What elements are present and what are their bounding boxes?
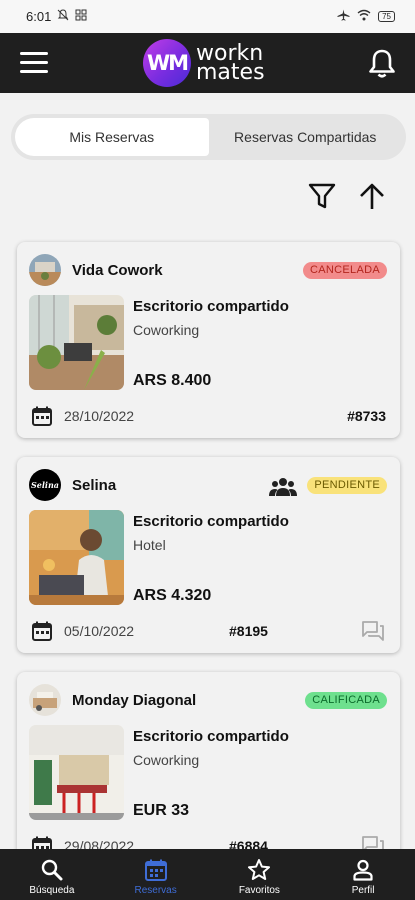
place-avatar [29,254,61,286]
tab-reservas-compartidas[interactable]: Reservas Compartidas [209,118,403,156]
app-logo: WM workn mates [143,39,265,87]
price: EUR 33 [133,802,190,819]
status-badge: PENDIENTE [307,477,387,494]
calendar-icon [144,858,168,882]
menu-icon[interactable] [20,52,48,74]
filter-icon[interactable] [306,180,338,212]
price: ARS 4.320 [133,587,212,604]
logo-text: workn mates [196,43,265,85]
nav-reservas[interactable]: Reservas [104,849,208,900]
person-icon [351,858,375,882]
reservation-number: #8733 [347,408,386,424]
place-name: Monday Diagonal [72,691,197,709]
space-type: Coworking [133,322,200,338]
reservation-title: Escritorio compartido [133,513,289,530]
reservation-card[interactable]: Selina Selina PENDIENTE Escritorio compa… [17,457,400,653]
reservation-date: 05/10/2022 [64,623,135,639]
apps-grid-icon [75,9,87,24]
reservation-title: Escritorio compartido [133,298,289,315]
tab-mis-reservas[interactable]: Mis Reservas [15,118,209,156]
avatar-logo-text: Selina [31,480,59,490]
group-icon [269,477,297,497]
place-avatar: Selina [29,469,61,501]
space-type: Coworking [133,752,200,768]
airplane-mode-icon [337,9,350,24]
wifi-icon [357,9,371,24]
nav-label: Búsqueda [29,884,75,896]
logo-badge: WM [143,39,191,87]
space-photo [29,295,124,390]
star-icon [247,858,271,882]
calendar-icon [31,405,53,427]
place-name: Selina [72,476,117,494]
battery-indicator: 75 [378,11,395,22]
app-bar: WM workn mates [0,33,415,93]
reservation-date: 28/10/2022 [64,408,135,424]
bell-icon[interactable] [365,47,399,81]
status-badge: CANCELADA [303,262,387,279]
space-photo [29,725,124,820]
place-name: Vida Cowork [72,261,163,279]
reservation-number: #8195 [229,623,268,639]
nav-perfil[interactable]: Perfil [311,849,415,900]
reservation-card[interactable]: Monday Diagonal CALIFICADA Escritorio co… [17,672,400,868]
logo-text-line2: mates [196,60,265,85]
sort-arrow-up-icon[interactable] [356,180,388,212]
space-type: Hotel [133,537,166,553]
reservation-title: Escritorio compartido [133,728,289,745]
calendar-icon [31,620,53,642]
status-time: 6:01 [26,9,52,24]
bottom-nav: Búsqueda Reservas Favoritos Perfil [0,849,415,900]
space-photo [29,510,124,605]
status-bar: 6:01 75 [0,0,415,33]
nav-busqueda[interactable]: Búsqueda [0,849,104,900]
price: ARS 8.400 [133,372,212,389]
reservations-tabs: Mis Reservas Reservas Compartidas [11,114,406,160]
do-not-disturb-icon [57,9,69,24]
place-avatar [29,684,61,716]
nav-label: Reservas [134,884,177,896]
nav-favoritos[interactable]: Favoritos [208,849,312,900]
reservation-card[interactable]: Vida Cowork CANCELADA Escritorio compart… [17,242,400,438]
search-icon [40,858,64,882]
status-badge: CALIFICADA [305,692,387,709]
nav-label: Favoritos [238,884,280,896]
nav-label: Perfil [351,884,375,896]
chat-icon[interactable] [361,619,385,643]
